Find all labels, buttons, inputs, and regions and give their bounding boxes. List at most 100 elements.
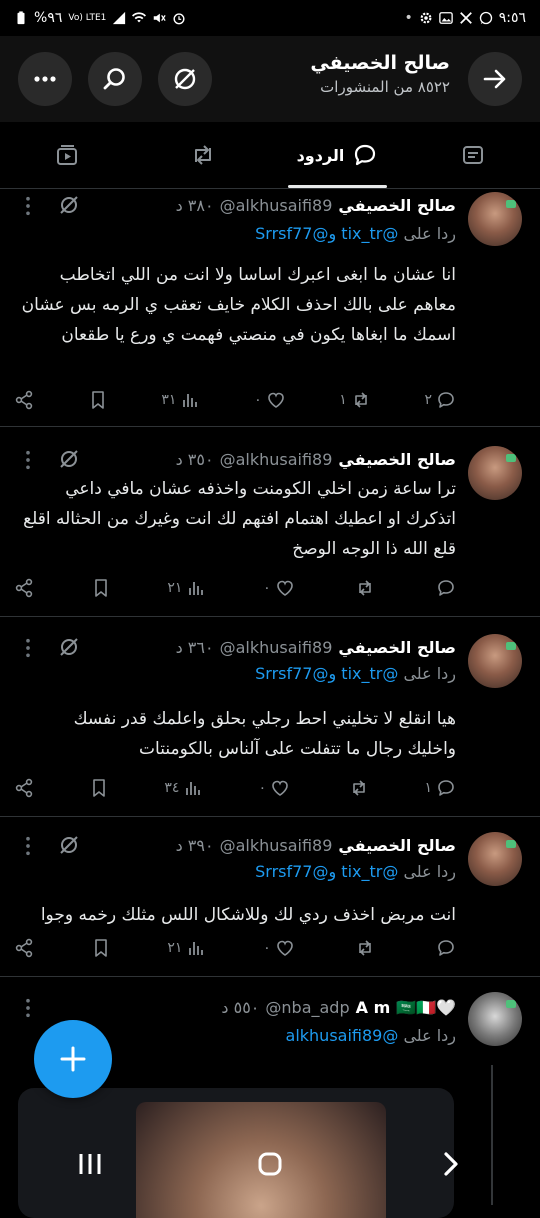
tweet-card[interactable]: ٣٩٠ د @alkhusaifi89 صالح الخصيفي ردا على…	[0, 816, 540, 977]
tweet-text: انت مربض اخذف ردي لك وللاشكال اللس مثلك …	[40, 905, 456, 925]
tweet-meta: ٣٦٠ د @alkhusaifi89 صالح الخصيفي	[20, 634, 456, 660]
grok-icon[interactable]	[58, 194, 80, 216]
profile-header: صالح الخصيفي ٨٥٢٢ من المنشورات	[0, 36, 540, 122]
grok-icon[interactable]	[58, 448, 80, 470]
tweet-handle[interactable]: @alkhusaifi89	[220, 196, 333, 215]
views-button[interactable]: ٢١	[167, 938, 206, 958]
likes-count: ٠	[263, 580, 271, 596]
repost-button[interactable]: ١	[339, 390, 371, 410]
grok-button[interactable]	[158, 52, 212, 106]
reply-to-link[interactable]: @tix_tr و@Srrsf77	[255, 664, 398, 683]
profile-title-block: صالح الخصيفي ٨٥٢٢ من المنشورات	[310, 52, 450, 96]
views-button[interactable]: ٢١	[167, 578, 206, 598]
tab-articles[interactable]	[405, 122, 540, 188]
recents-icon	[79, 1154, 101, 1174]
heart-icon	[272, 780, 288, 796]
network-text: Vo) LTE1	[68, 13, 107, 23]
reply-context: ردا على @tix_tr و@Srrsf77	[255, 224, 456, 243]
tweet-handle[interactable]: @alkhusaifi89	[220, 450, 333, 469]
bookmark-button[interactable]	[89, 778, 109, 798]
bookmark-button[interactable]	[91, 938, 111, 958]
repost-icon	[194, 145, 211, 165]
tweet-username[interactable]: صالح الخصيفي	[338, 836, 456, 855]
home-icon	[258, 1152, 282, 1176]
reply-button[interactable]: ١	[424, 778, 456, 798]
reply-to-link[interactable]: @tix_tr و@Srrsf77	[255, 862, 398, 881]
alarm-icon	[173, 13, 185, 25]
tweet-handle[interactable]: @alkhusaifi89	[220, 836, 333, 855]
avatar[interactable]	[468, 192, 522, 246]
views-button[interactable]: ٣١	[161, 390, 200, 410]
like-button[interactable]: ٠	[259, 778, 291, 798]
tweet-actions: ٣٤ ٠ ١	[14, 776, 456, 800]
tweet-card[interactable]: ٣٦٠ د @alkhusaifi89 صالح الخصيفي ردا على…	[0, 616, 540, 817]
grok-icon[interactable]	[58, 834, 80, 856]
reply-button[interactable]	[432, 938, 456, 958]
reply-to-link[interactable]: @alkhusaifi89	[286, 1026, 399, 1045]
home-button[interactable]	[240, 1144, 300, 1184]
tweet-username[interactable]: A m	[356, 998, 391, 1017]
bookmark-button[interactable]	[91, 578, 111, 598]
views-count: ٣١	[161, 392, 177, 408]
like-button[interactable]: ٠	[263, 578, 295, 598]
back-button[interactable]	[468, 52, 522, 106]
recent-apps-button[interactable]	[60, 1144, 120, 1184]
reply-button[interactable]	[432, 578, 456, 598]
avatar[interactable]	[468, 832, 522, 886]
tweet-text: ترا ساعة زمن اخلي الكومنت واخذفه عشان ما…	[23, 479, 456, 559]
tweet-meta: ٣٥٠ د @alkhusaifi89 صالح الخصيفي	[20, 446, 456, 472]
repost-button[interactable]	[351, 938, 375, 958]
tweet-username[interactable]: صالح الخصيفي	[338, 450, 456, 469]
share-button[interactable]	[14, 390, 34, 410]
grok-icon[interactable]	[58, 636, 80, 658]
compose-button[interactable]	[34, 1020, 112, 1098]
more-vertical-icon[interactable]	[18, 196, 38, 216]
system-nav-bar	[0, 1128, 540, 1200]
share-button[interactable]	[14, 938, 34, 958]
share-button[interactable]	[14, 578, 34, 598]
tab-media[interactable]	[0, 122, 135, 188]
reply-to-link[interactable]: @tix_tr و@Srrsf77	[255, 224, 398, 243]
reply-button[interactable]: ٢	[424, 390, 456, 410]
profile-tabs: الردود	[0, 122, 540, 189]
tweet-meta: ٥٥٠ د @nba_adp A m 🇸🇦🇮🇹🤍	[20, 994, 456, 1020]
more-options-button[interactable]	[18, 52, 72, 106]
avatar[interactable]	[468, 992, 522, 1046]
like-button[interactable]: ٠	[263, 938, 295, 958]
avatar[interactable]	[468, 446, 522, 500]
repost-button[interactable]	[345, 778, 369, 798]
share-icon	[15, 578, 33, 598]
tweet-username[interactable]: صالح الخصيفي	[338, 196, 456, 215]
search-button[interactable]	[88, 52, 142, 106]
likes-count: ٠	[258, 780, 267, 796]
tweet-username[interactable]: صالح الخصيفي	[338, 638, 456, 657]
more-vertical-icon[interactable]	[18, 638, 38, 658]
grok-icon	[174, 68, 196, 90]
more-vertical-icon[interactable]	[18, 836, 38, 856]
tweet-card[interactable]: ٣٨٠ د @alkhusaifi89 صالح الخصيفي ردا على…	[0, 188, 540, 427]
tab-reposts[interactable]	[135, 122, 270, 188]
repost-button[interactable]	[351, 578, 375, 598]
whatsapp-icon	[479, 11, 492, 25]
tab-replies[interactable]: الردود	[270, 122, 405, 188]
views-count: ٢١	[167, 940, 183, 956]
ellipsis-icon	[34, 76, 56, 82]
tweet-time: ٣٥٠ د	[175, 449, 214, 469]
like-button[interactable]: ٠	[254, 390, 286, 410]
back-nav-button[interactable]	[420, 1144, 480, 1184]
views-button[interactable]: ٣٤	[164, 778, 203, 798]
avatar[interactable]	[468, 634, 522, 688]
tweet-handle[interactable]: @alkhusaifi89	[220, 638, 333, 657]
repost-icon	[353, 780, 366, 796]
tweet-handle[interactable]: @nba_adp	[265, 998, 349, 1017]
more-vertical-icon[interactable]	[18, 450, 38, 470]
bookmark-button[interactable]	[88, 390, 108, 410]
share-icon	[15, 390, 33, 410]
share-button[interactable]	[14, 778, 34, 798]
share-icon	[15, 938, 33, 958]
tweet-card[interactable]: ٣٥٠ د @alkhusaifi89 صالح الخصيفي ترا ساع…	[0, 426, 540, 617]
more-vertical-icon[interactable]	[18, 998, 38, 1018]
tweet-meta: ٣٨٠ د @alkhusaifi89 صالح الخصيفي	[20, 192, 456, 218]
arrow-right-icon	[483, 69, 506, 89]
settings-icon	[420, 12, 432, 24]
